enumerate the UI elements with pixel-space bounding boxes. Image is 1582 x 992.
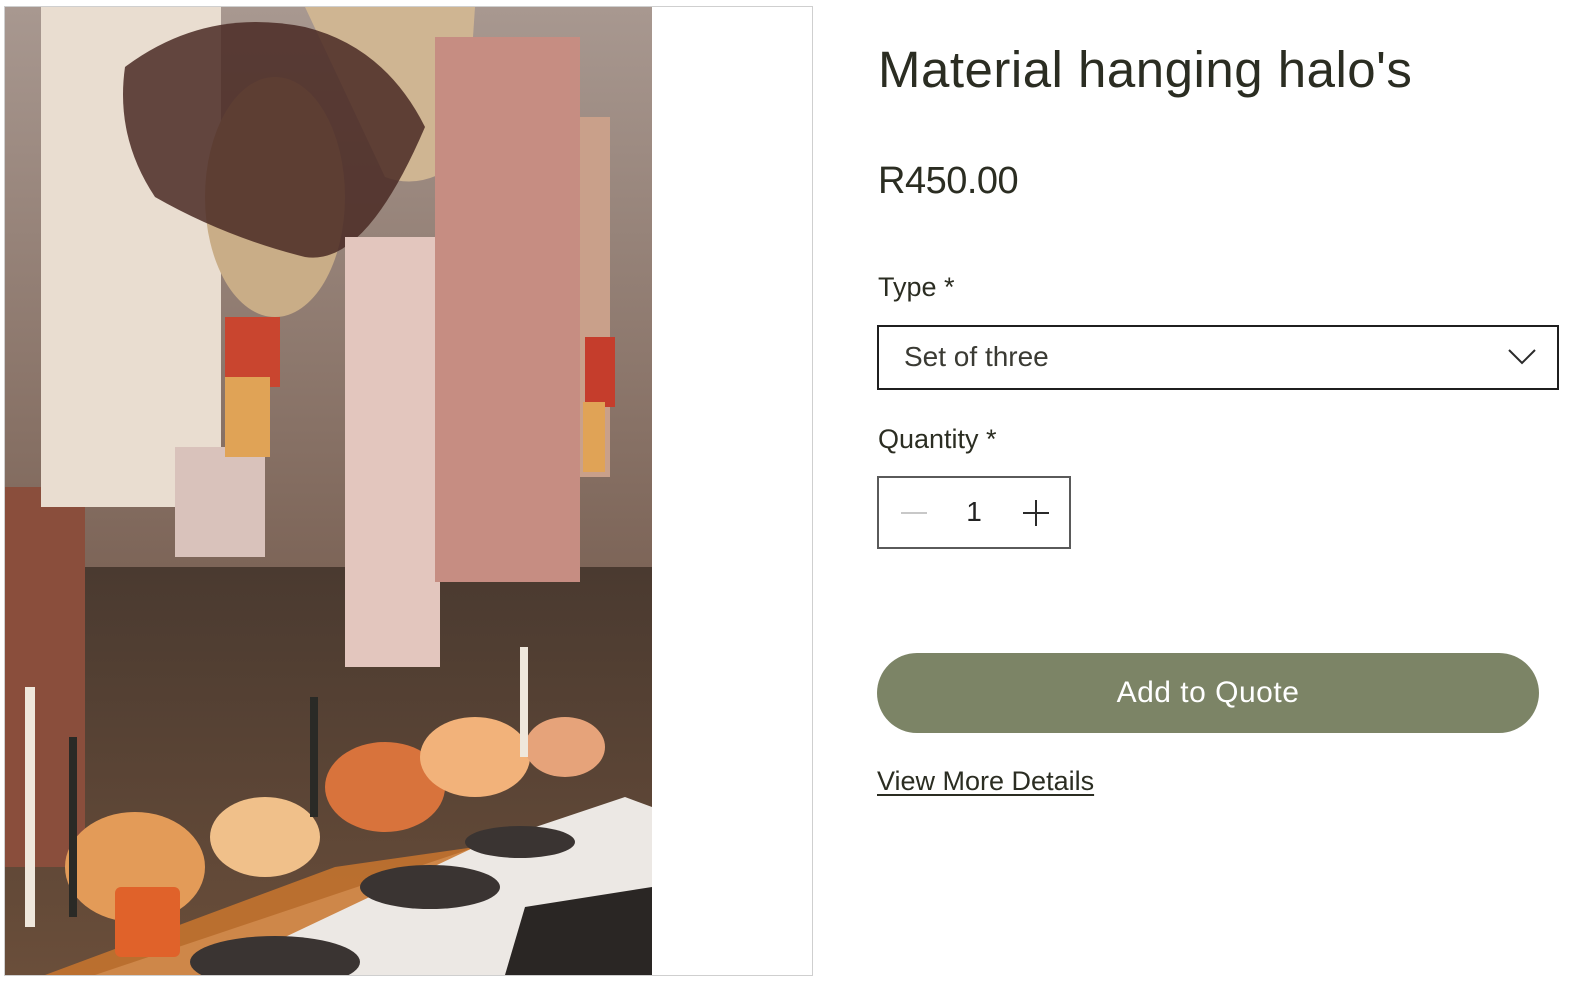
product-photo (5, 7, 652, 975)
type-dropdown[interactable]: Set of three (877, 325, 1559, 390)
product-title: Material hanging halo's (878, 41, 1413, 98)
plus-icon[interactable] (1019, 498, 1053, 528)
minus-icon[interactable] (897, 498, 931, 528)
chevron-down-icon (1508, 349, 1536, 365)
product-image-gallery[interactable] (4, 6, 813, 976)
quantity-stepper: 1 (877, 476, 1071, 549)
add-to-quote-button[interactable]: Add to Quote (877, 653, 1539, 733)
quantity-input[interactable]: 1 (959, 496, 989, 528)
type-selected-value: Set of three (904, 341, 1049, 372)
view-more-details-link[interactable]: View More Details (877, 766, 1094, 797)
product-price: R450.00 (878, 160, 1019, 202)
quantity-label: Quantity * (878, 424, 997, 454)
type-label: Type * (878, 272, 955, 302)
